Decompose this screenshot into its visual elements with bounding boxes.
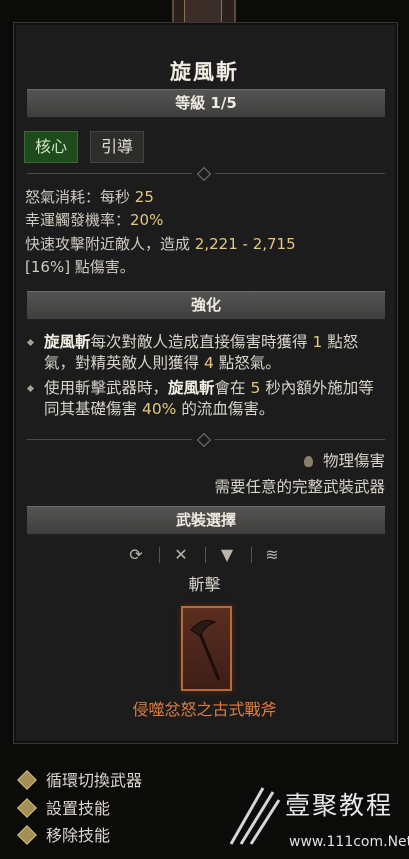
skill-title: 旋風斬	[170, 60, 239, 84]
menu-assign-skill[interactable]: 設置技能	[17, 795, 110, 819]
enhance-bullet-2: 使用斬擊武器時，旋風斬會在 5 秒內額外施加等同其基礎傷害 40% 的流血傷害。	[26, 378, 385, 420]
menu-cycle-weapon[interactable]: 循環切換武器	[17, 767, 142, 791]
stat-damage: 快速攻擊附近敵人，造成 2,221 - 2,715	[25, 235, 296, 253]
stat-lucky-hit: 幸運觸發機率：20%	[25, 211, 164, 229]
axe-icon	[190, 619, 221, 681]
enhance-list: 旋風斬每次對敵人造成直接傷害時獲得 1 點怒氣，對精英敵人則獲得 4 點怒氣。 …	[26, 332, 385, 424]
damage-type: 物理傷害	[303, 449, 385, 471]
arsenal-header: 武裝選擇	[27, 506, 385, 535]
physical-damage-icon	[303, 456, 313, 467]
weapon-name: 侵噬忿怒之古式戰斧	[132, 700, 277, 719]
skill-level-bar: 等級 1/5	[27, 89, 385, 118]
menu-remove-skill[interactable]: 移除技能	[17, 822, 110, 846]
watermark: 壹聚教程 www.111com.Net	[223, 782, 409, 859]
enhance-bullet-1: 旋風斬每次對敵人造成直接傷害時獲得 1 點怒氣，對精英敵人則獲得 4 點怒氣。	[26, 332, 385, 374]
funnel-icon[interactable]: ▼	[216, 544, 238, 566]
enhance-header: 強化	[27, 291, 385, 320]
watermark-text: 壹聚教程	[285, 791, 394, 820]
section-divider	[27, 432, 385, 448]
key-icon	[17, 825, 37, 845]
key-icon	[17, 798, 37, 818]
section-divider	[27, 166, 385, 182]
wifi-icon[interactable]: ≋	[261, 544, 283, 566]
watermark-logo-icon	[229, 787, 281, 845]
weapon-filter-icons: ⟳ ✕ ▼ ≋	[125, 544, 285, 566]
crossed-swords-icon[interactable]: ✕	[170, 544, 192, 566]
tag-channeled: 引導	[90, 131, 145, 163]
tag-core: 核心	[24, 131, 79, 163]
watermark-url: www.111com.Net	[289, 834, 409, 850]
weapon-type-label: 斬擊	[188, 575, 221, 594]
key-icon	[17, 770, 37, 790]
swap-icon[interactable]: ⟳	[125, 544, 147, 566]
weapon-card[interactable]	[181, 606, 232, 691]
weapon-requirement: 需要任意的完整武裝武器	[214, 478, 385, 496]
stat-fury-cost: 怒氣消耗：每秒 25	[25, 188, 154, 206]
stat-damage-scaling: [16%] 點傷害。	[25, 258, 135, 276]
